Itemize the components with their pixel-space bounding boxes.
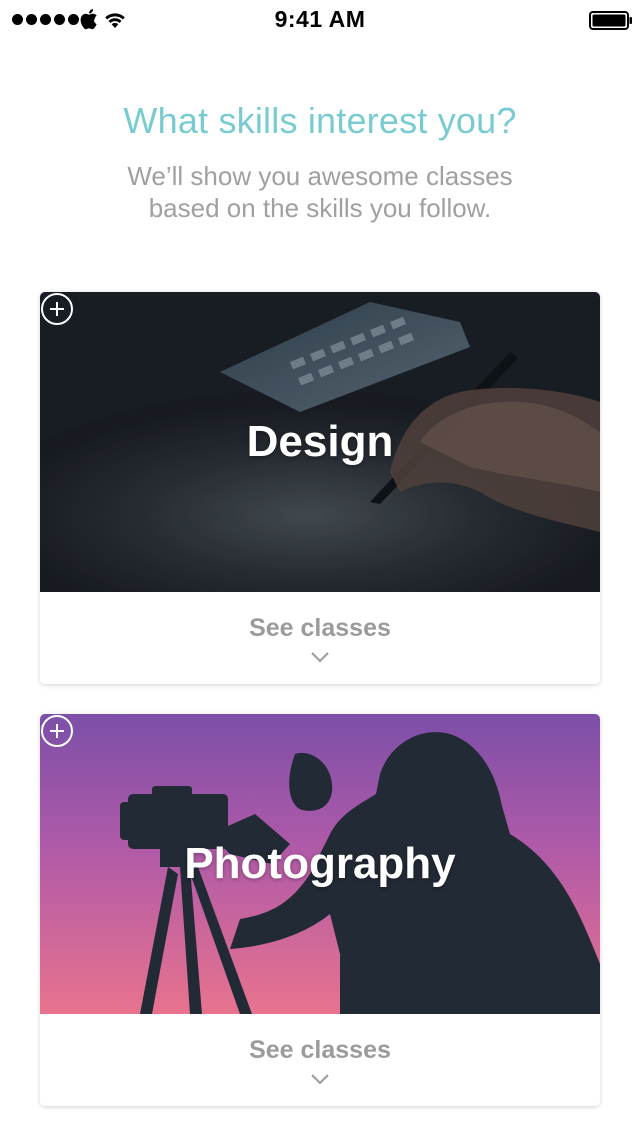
plus-circle-icon[interactable] — [40, 714, 74, 748]
subtitle-line: We’ll show you awesome classes — [127, 161, 513, 191]
chevron-down-icon[interactable] — [311, 652, 329, 663]
subtitle-line: based on the skills you follow. — [148, 193, 492, 223]
see-classes-label: See classes — [249, 614, 391, 642]
see-classes-button[interactable]: See classes — [40, 1014, 600, 1106]
skill-card-photography[interactable]: Photography See classes — [40, 714, 600, 1106]
see-classes-button[interactable]: See classes — [40, 592, 600, 684]
status-bar: 9:41 AM — [0, 0, 640, 40]
skill-name: Design — [246, 417, 394, 466]
battery-icon — [589, 11, 632, 30]
page-title: What skills interest you? — [123, 100, 517, 141]
chevron-down-icon[interactable] — [311, 1074, 329, 1085]
plus-circle-icon[interactable] — [40, 292, 74, 326]
status-time: 9:41 AM — [274, 6, 366, 32]
skill-card-design[interactable]: Design See classes — [40, 292, 600, 684]
design-card-image[interactable]: Design — [40, 292, 600, 592]
skill-title-design[interactable]: Design — [40, 292, 600, 592]
skill-title-photography[interactable]: Photography — [40, 714, 600, 1014]
photography-card-image[interactable]: Photography — [40, 714, 600, 1014]
skill-name: Photography — [184, 839, 456, 888]
see-classes-label: See classes — [249, 1036, 391, 1064]
page-subtitle: We’ll show you awesome classes based on … — [0, 160, 640, 224]
